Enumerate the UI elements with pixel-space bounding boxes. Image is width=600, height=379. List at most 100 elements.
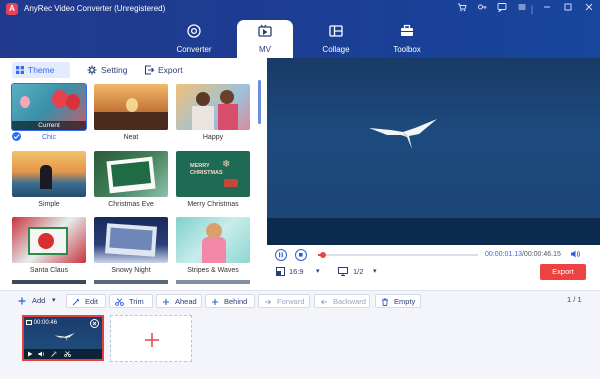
feedback-icon[interactable] (495, 2, 509, 16)
time-display: 00:00:01.13/00:00:46.15 (485, 251, 561, 258)
theme-neat[interactable]: Neat (94, 84, 168, 141)
volume-icon[interactable] (570, 249, 580, 259)
subtab-export[interactable]: Export (142, 62, 192, 78)
theme-christmas-eve[interactable]: Christmas Eve (94, 151, 168, 208)
progress-track[interactable] (318, 252, 478, 258)
aspect-ratio-dropdown-icon[interactable]: ▾ (316, 267, 320, 275)
clip-seagull-image (54, 332, 75, 342)
top-bar: A AnyRec Video Converter (Unregistered) … (0, 0, 600, 58)
backward-label: Backward (333, 297, 366, 306)
theme-name: Stripes & Waves (187, 267, 239, 274)
pause-icon (279, 252, 283, 258)
theme-name: Christmas Eve (108, 201, 154, 208)
theme-thumbnail-partial (94, 280, 168, 284)
close-icon[interactable] (582, 2, 596, 16)
theme-thumbnail (12, 151, 86, 197)
seagull-image (369, 119, 437, 149)
converter-icon (187, 24, 201, 38)
theme-simple[interactable]: Simple (12, 151, 86, 208)
toolbox-icon (401, 24, 413, 36)
theme-santa-claus[interactable]: Santa Claus (12, 217, 86, 274)
zoom-dropdown-icon[interactable]: ▾ (373, 267, 377, 275)
progress-knob[interactable] (319, 252, 326, 258)
maximize-icon[interactable] (561, 2, 575, 16)
forward-button[interactable]: Forward (258, 294, 310, 308)
stop-button[interactable] (295, 249, 307, 261)
add-dropdown-icon: ▾ (52, 297, 56, 304)
edit-button[interactable]: Edit (66, 294, 106, 308)
sub-tabs: Theme Setting Export (6, 62, 264, 78)
clip-play-icon[interactable] (27, 351, 33, 357)
clip-remove-icon[interactable] (90, 319, 99, 328)
subtab-setting[interactable]: Setting (82, 62, 134, 78)
cart-icon[interactable] (455, 2, 469, 16)
behind-label: Behind (224, 297, 248, 306)
pause-button[interactable] (275, 249, 287, 261)
theme-thumbnail (12, 217, 86, 263)
aspect-ratio-icon (276, 267, 285, 276)
aspect-ratio-select[interactable]: 16:9 (289, 267, 304, 276)
theme-name: Simple (38, 201, 60, 208)
page-total: 1 (577, 295, 582, 304)
gear-icon (87, 65, 97, 75)
backward-button[interactable]: Backward (314, 294, 370, 308)
theme-name: Merry Christmas (187, 201, 239, 208)
minimize-icon[interactable] (540, 2, 554, 16)
magic-wand-icon (72, 298, 79, 306)
export-button[interactable]: Export (540, 264, 586, 280)
theme-name: Happy (202, 134, 224, 141)
theme-happy[interactable]: Happy (176, 84, 250, 141)
monitor-icon (338, 267, 348, 276)
theme-scrollbar[interactable] (258, 80, 261, 124)
tab-converter[interactable]: Converter (166, 20, 222, 58)
divider: | (530, 4, 534, 14)
forward-icon (265, 299, 272, 305)
clip-duration: 00:00:46 (26, 319, 57, 328)
theme-stripes-waves[interactable]: Stripes & Waves (176, 217, 250, 274)
theme-icon (16, 66, 24, 74)
theme-chic[interactable]: Current Chic (11, 83, 87, 141)
time-total: /00:00:46.15 (521, 251, 561, 258)
zoom-select[interactable]: 1/2 (353, 267, 363, 276)
theme-snowy-night[interactable]: Snowy Night (94, 217, 168, 274)
edit-toolbar: Add ▾ Edit Trim Ahead Behind Forward Bac… (0, 290, 600, 310)
edit-label: Edit (85, 297, 98, 306)
theme-thumbnail (94, 151, 168, 197)
clip-edit-icon[interactable] (51, 351, 57, 357)
theme-thumbnail: Current (11, 83, 87, 131)
clip-controls (24, 349, 102, 359)
add-clip-plus-icon (145, 333, 159, 347)
behind-button[interactable]: Behind (205, 294, 255, 308)
trim-label: Trim (129, 297, 144, 306)
export-icon (144, 65, 154, 75)
clip-timeline: 00:00:46 (0, 310, 600, 379)
player-controls: 00:00:01.13/00:00:46.15 16:9 ▾ 1/2 ▾ Exp… (266, 245, 600, 287)
clip-volume-icon[interactable] (38, 351, 45, 357)
add-clip-button[interactable] (110, 315, 192, 362)
ahead-label: Ahead (175, 297, 197, 306)
key-icon[interactable] (475, 2, 489, 16)
ahead-icon (163, 299, 169, 305)
theme-thumbnail (94, 217, 168, 263)
add-button[interactable]: Add ▾ (12, 294, 64, 308)
clip-thumbnail[interactable]: 00:00:46 (22, 315, 104, 361)
theme-thumbnail-partial (176, 280, 250, 284)
theme-thumbnail (176, 84, 250, 130)
subtab-theme[interactable]: Theme (12, 62, 70, 78)
merry-christmas-overlay: MERRY CHRISTMAS (190, 163, 223, 176)
trim-button[interactable]: Trim (109, 294, 153, 308)
tab-collage[interactable]: Collage (308, 20, 364, 58)
tab-converter-label: Converter (176, 45, 212, 54)
theme-thumbnail-partial (12, 280, 86, 284)
add-label: Add (32, 296, 46, 305)
tab-mv[interactable]: MV (237, 20, 293, 58)
clip-trim-icon[interactable] (64, 351, 71, 357)
theme-thumbnail: MERRY CHRISTMAS ❄ (176, 151, 250, 197)
theme-merry-christmas[interactable]: MERRY CHRISTMAS ❄ Merry Christmas (176, 151, 250, 208)
tab-toolbox[interactable]: Toolbox (379, 20, 435, 58)
ahead-button[interactable]: Ahead (156, 294, 202, 308)
app-logo: A (6, 3, 18, 15)
clip-duration-text: 00:00:46 (33, 320, 58, 326)
selected-check-icon (12, 132, 21, 141)
empty-button[interactable]: Empty (375, 294, 421, 308)
